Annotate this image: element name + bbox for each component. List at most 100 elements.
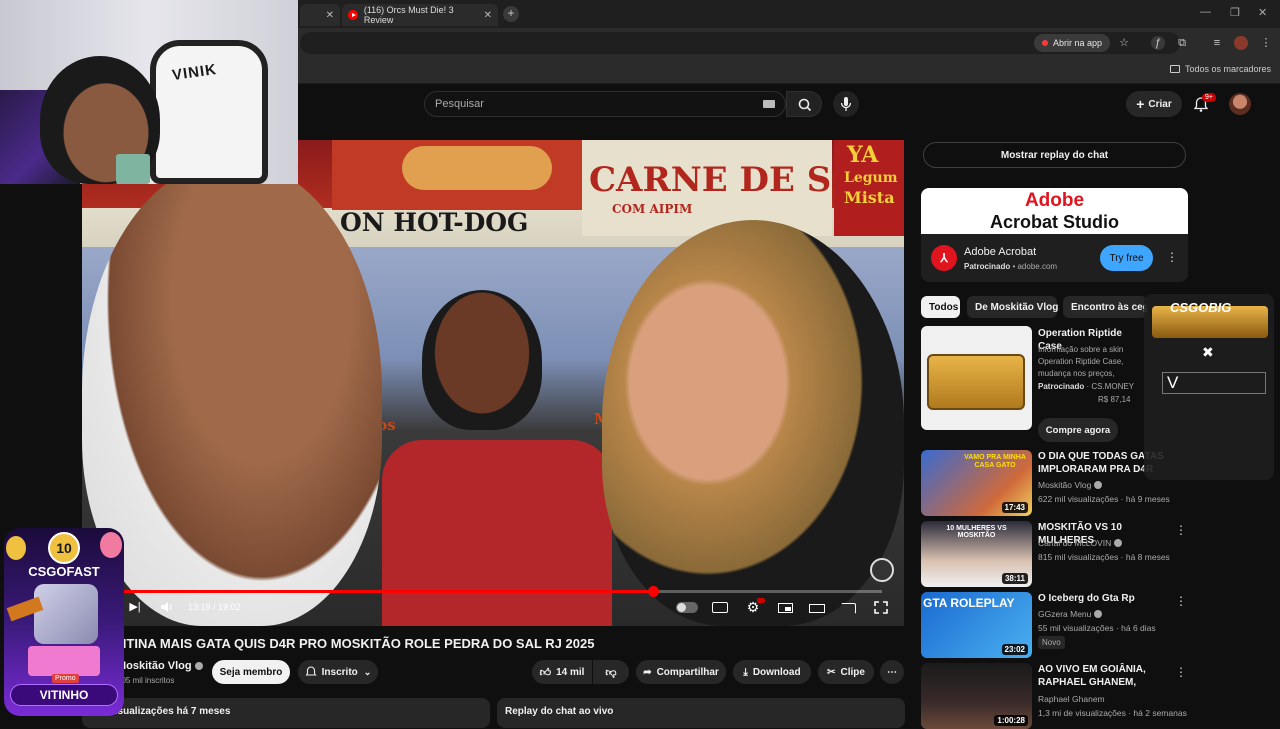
progress-bar[interactable] [122, 586, 882, 597]
browser-tab-orcs-review[interactable]: (116) Orcs Must Die! 3 Review ✕ [342, 4, 498, 26]
ad-card[interactable]: Adobe Acrobat Studio ⅄ Adobe Acrobat Pat… [921, 188, 1188, 282]
recommendation-item[interactable]: GTA ROLEPLAY 23:02 O Iceberg do Gta Rp ⋮… [921, 592, 1187, 658]
video-channel[interactable]: Canal do McLOVIN [1038, 538, 1123, 548]
subtitles-icon[interactable] [712, 602, 728, 613]
folder-icon [1169, 65, 1180, 73]
channel-watermark[interactable] [870, 558, 894, 582]
close-tab-icon[interactable]: ✕ [484, 10, 492, 21]
voice-search-button[interactable] [833, 91, 859, 117]
hd-badge [757, 598, 765, 603]
more-options-icon[interactable]: ⋮ [1175, 523, 1187, 537]
more-options-icon[interactable]: ⋮ [1175, 665, 1187, 679]
clip-button[interactable]: ✂ Clipe [818, 660, 874, 684]
video-thumbnail[interactable]: GTA ROLEPLAY 23:02 [921, 592, 1032, 658]
search-button[interactable] [786, 91, 822, 117]
join-member-button[interactable]: Seja membro [212, 660, 290, 684]
video-thumbnail[interactable]: 1:00:28 [921, 663, 1032, 729]
video-thumbnail[interactable]: 10 MULHERES VS MOSKITÃO 38:11 [921, 521, 1032, 587]
close-window-icon[interactable]: ✕ [1258, 6, 1267, 19]
cast-icon[interactable] [841, 603, 856, 614]
video-thumbnail[interactable]: VAMO PRA MINHA CASA GATO 17:43 [921, 450, 1032, 516]
video-channel[interactable]: GGzera Menu [1038, 609, 1103, 619]
thumbnail-caption: GTA ROLEPLAY [923, 596, 1015, 610]
video-title: O Iceberg do Gta Rp [1038, 593, 1135, 604]
close-tab-icon[interactable]: ✕ [326, 10, 334, 21]
subscribed-button[interactable]: Inscrito ⌄ [298, 660, 378, 684]
share-button[interactable]: ➦ Compartilhar [636, 660, 726, 684]
ad-banner[interactable]: Adobe Acrobat Studio [921, 188, 1188, 234]
browser-tab[interactable]: ✕ [300, 4, 340, 26]
video-duration: 17:43 [1001, 502, 1028, 513]
download-button[interactable]: ⤓ Download [733, 660, 811, 684]
extension-icon[interactable]: ƒ [1151, 36, 1165, 50]
account-avatar[interactable] [1229, 93, 1251, 115]
try-free-button[interactable]: Try free [1100, 245, 1153, 271]
sponsored-item[interactable]: Operation Riptide Case Informação sobre … [921, 326, 1181, 444]
verified-icon [1114, 539, 1123, 547]
more-actions-button[interactable]: ⋯ [880, 660, 904, 684]
drink-cup [116, 154, 150, 184]
sign-hot-dog: ON HOT-DOG [340, 208, 529, 237]
profile-icon[interactable] [1234, 36, 1248, 50]
open-in-app-button[interactable]: Abrir na app [1034, 34, 1111, 52]
more-options-icon[interactable]: ⋮ [1175, 594, 1187, 608]
autoplay-toggle[interactable] [676, 602, 698, 613]
chip-all[interactable]: Todos [921, 296, 960, 318]
video-channel[interactable]: Raphael Ghanem [1038, 694, 1105, 704]
thumbs-up-icon: 👍︎ [539, 666, 552, 679]
gift-box-image [28, 646, 100, 676]
browser-menu-icon[interactable]: ⋮ [1259, 36, 1273, 50]
sponsored-sponsor-line: Patrocinado · CS.MONEY [1038, 382, 1135, 391]
search-input[interactable]: Pesquisar [424, 91, 786, 117]
thumbnail-caption: 10 MULHERES VS MOSKITÃO [946, 525, 1007, 539]
description-box[interactable]: mil visualizações há 7 meses [82, 698, 490, 728]
keyboard-icon[interactable] [763, 100, 775, 108]
recommendation-item[interactable]: 1:00:28 AO VIVO EM GOIÂNIA, RAPHAEL GHAN… [921, 663, 1187, 729]
live-chat-replay-box[interactable]: Replay do chat ao vivo [497, 698, 905, 728]
new-badge: Novo [1038, 636, 1065, 649]
bookmark-star-icon[interactable]: ☆ [1117, 36, 1131, 50]
maximize-icon[interactable]: ❐ [1230, 6, 1240, 19]
scissors-icon: ✂ [827, 666, 836, 678]
dislike-button[interactable]: 👎︎ [593, 660, 629, 684]
create-button[interactable]: + Criar [1126, 91, 1182, 117]
search-icon [798, 98, 812, 112]
video-meta: 55 mil visualizações · há 6 dias [1038, 623, 1156, 633]
chip-from-channel-label: De Moskitão Vlog [975, 301, 1059, 313]
chip-encontro[interactable]: Encontro às cega [1063, 296, 1147, 318]
video-player[interactable]: ON HOT-DOG CARNE DE SOL COM AIPIM YA Leg… [82, 140, 904, 626]
show-chat-replay-button[interactable]: Mostrar replay do chat [923, 142, 1186, 168]
csgofast-overlay: 10 CSGOFAST Promo VITINHO [4, 528, 124, 716]
extensions-puzzle-icon[interactable]: ⧉ [1175, 36, 1189, 50]
minimize-icon[interactable]: — [1200, 6, 1211, 18]
miniplayer-icon[interactable] [778, 603, 793, 613]
boy-background-face [422, 290, 542, 430]
like-button[interactable]: 👍︎ 14 mil [532, 660, 592, 684]
sponsored-thumbnail[interactable] [921, 326, 1032, 430]
video-channel[interactable]: Moskitão Vlog [1038, 480, 1103, 490]
recommendation-item[interactable]: 10 MULHERES VS MOSKITÃO 38:11 MOSKITÃO V… [921, 521, 1187, 587]
open-in-app-label: Abrir na app [1053, 38, 1103, 48]
thumbs-down-icon: 👎︎ [605, 666, 617, 679]
csgofast-logo: CSGOFAST [28, 564, 100, 579]
theater-mode-icon[interactable] [809, 604, 825, 613]
promo-code: VITINHO [10, 684, 118, 706]
chip-from-channel[interactable]: De Moskitão Vlog [967, 296, 1059, 318]
fullscreen-icon[interactable] [874, 601, 888, 614]
volume-icon[interactable] [160, 601, 174, 613]
media-controls-icon[interactable]: ≡ [1210, 36, 1224, 50]
balloon-icon [6, 536, 26, 560]
recommendation-item[interactable]: VAMO PRA MINHA CASA GATO 17:43 O DIA QUE… [921, 450, 1181, 516]
buy-now-button[interactable]: Compre agora [1038, 418, 1118, 442]
ad-menu-icon[interactable]: ⋮ [1166, 250, 1178, 264]
all-bookmarks-button[interactable]: Todos os marcadores [1169, 64, 1271, 74]
next-video-icon[interactable]: ▶| [128, 601, 142, 613]
new-tab-plus-icon[interactable]: + [503, 6, 519, 22]
sign-mista: Mista [844, 188, 895, 207]
promo-label: Promo [52, 674, 79, 683]
ad-sponsor-line: Patrocinado • adobe.com [964, 262, 1058, 271]
channel-name[interactable]: Moskitão Vlog [117, 660, 203, 672]
bell-icon [305, 666, 317, 676]
video-meta: 622 mil visualizações · há 9 meses [1038, 494, 1170, 504]
thumbnail-caption: VAMO PRA MINHA CASA GATO [964, 454, 1026, 469]
